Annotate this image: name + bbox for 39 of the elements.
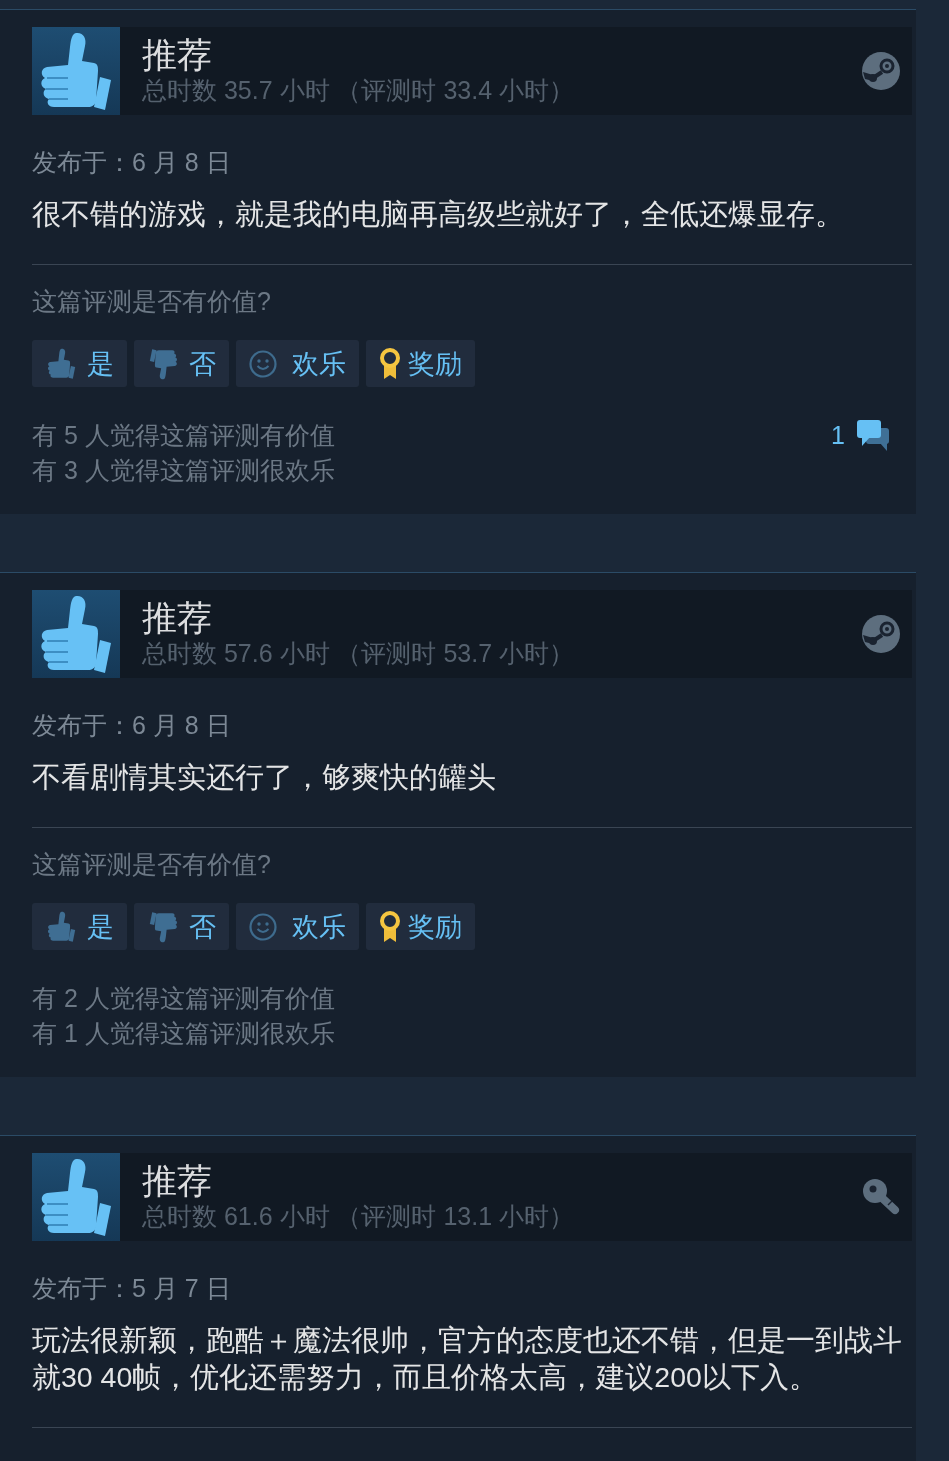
key-icon — [862, 1178, 900, 1216]
smiley-icon — [249, 912, 277, 941]
review-text: 玩法很新颖，跑酷＋魔法很帅，官方的态度也还不错，但是一到战斗就30 40帧，优化还需努力，而且价格太高，建议200以下入。 — [32, 1323, 903, 1395]
thumbs-up-icon — [45, 910, 78, 943]
vote-summary: 有 2 人觉得这篇评测有价值 — [32, 983, 335, 1014]
playtime-text: 总时数 61.6 小时 （评测时 13.1 小时） — [142, 1201, 576, 1231]
vote-summary: 有 1 人觉得这篇评测很欢乐 — [32, 1018, 335, 1049]
helpful-question: 这篇评测是否有价值? — [32, 286, 272, 316]
smiley-icon — [249, 349, 277, 378]
playtime-text: 总时数 35.7 小时 （评测时 33.4 小时） — [142, 75, 576, 105]
no-button[interactable]: 否 — [134, 903, 229, 950]
funny-button[interactable]: 欢乐 — [236, 340, 359, 387]
verdict-title: 推荐 — [142, 1161, 213, 1201]
vote-summary: 有 5 人觉得这篇评测有价值 — [32, 420, 335, 451]
thumbs-down-icon — [147, 910, 180, 943]
thumbs-up-icon — [45, 347, 78, 380]
round-logo-icon — [862, 615, 900, 653]
award-button[interactable]: 奖励 — [366, 903, 475, 950]
helpful-question: 这篇评测是否有价值? — [32, 849, 272, 879]
review-text: 很不错的游戏，就是我的电脑再高级些就好了，全低还爆显存。 — [32, 197, 845, 232]
thumbs-down-icon — [147, 347, 180, 380]
review-text: 不看剧情其实还行了，够爽快的罐头 — [32, 760, 497, 795]
playtime-text: 总时数 57.6 小时 （评测时 53.7 小时） — [142, 638, 576, 668]
posted-date: 发布于：5 月 7 日 — [32, 1273, 232, 1303]
verdict-title: 推荐 — [142, 35, 213, 75]
posted-date: 发布于：6 月 8 日 — [32, 147, 232, 177]
award-ribbon-icon — [379, 910, 401, 943]
yes-button[interactable]: 是 — [32, 340, 127, 387]
yes-button[interactable]: 是 — [32, 903, 127, 950]
verdict-title: 推荐 — [142, 598, 213, 638]
vote-summary: 有 3 人觉得这篇评测很欢乐 — [32, 455, 335, 486]
speech-bubbles-icon — [856, 418, 890, 452]
award-ribbon-icon — [379, 347, 401, 380]
posted-date: 发布于：6 月 8 日 — [32, 710, 232, 740]
comments-link[interactable]: 1 — [831, 418, 890, 452]
round-logo-icon — [862, 52, 900, 90]
award-button[interactable]: 奖励 — [366, 340, 475, 387]
funny-button[interactable]: 欢乐 — [236, 903, 359, 950]
no-button[interactable]: 否 — [134, 340, 229, 387]
